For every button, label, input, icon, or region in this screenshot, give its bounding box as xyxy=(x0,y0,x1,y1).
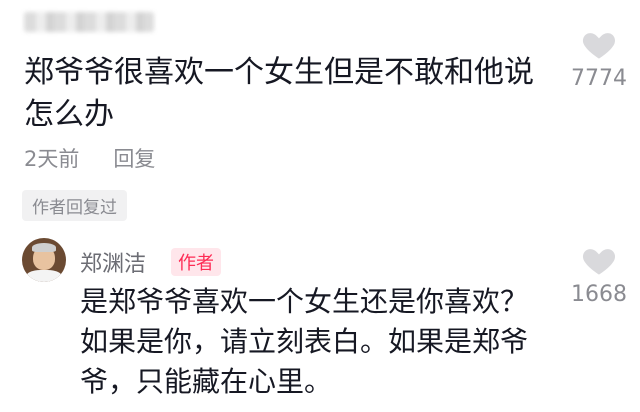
reply-username[interactable]: 郑渊洁 xyxy=(80,246,146,278)
author-replied-tag[interactable]: 作者回复过 xyxy=(22,190,127,221)
reply-text: 是郑爷爷喜欢一个女生还是你喜欢？如果是你，请立刻表白。如果是郑爷爷，只能藏在心里… xyxy=(80,285,529,398)
reply-button[interactable]: 回复 xyxy=(113,147,155,171)
blurred-username xyxy=(24,12,154,32)
heart-icon[interactable] xyxy=(581,244,617,276)
author-badge: 作者 xyxy=(171,248,221,276)
comment-time: 2天前 xyxy=(24,147,80,171)
avatar[interactable] xyxy=(22,238,66,282)
heart-icon[interactable] xyxy=(581,28,617,60)
like-count: 7774 xyxy=(571,66,627,91)
like-count: 1668 xyxy=(571,282,627,307)
comment-like[interactable]: 7774 xyxy=(566,28,632,91)
comment-text: 郑爷爷很喜欢一个女生但是不敢和他说怎么办 xyxy=(24,55,534,132)
comment-meta: 2天前 回复 xyxy=(24,143,155,173)
reply-like[interactable]: 1668 xyxy=(566,244,632,307)
